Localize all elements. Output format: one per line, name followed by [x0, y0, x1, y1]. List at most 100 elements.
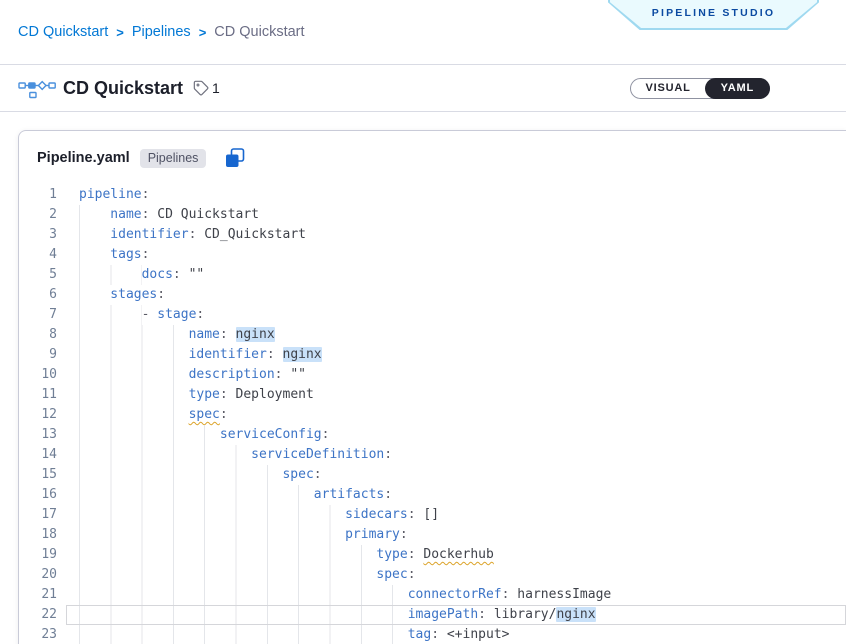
line-number: 18 [19, 525, 66, 545]
code-line[interactable]: 20spec: [19, 565, 846, 585]
code-token: serviceConfig [220, 427, 322, 442]
code-line[interactable]: 22imagePath: library/nginx [19, 605, 846, 625]
indent-guides [79, 325, 189, 345]
code-line-content: name: CD Quickstart [66, 205, 846, 225]
indent-guides [79, 385, 189, 405]
code-token: artifacts [314, 487, 384, 502]
code-token: sidecars [345, 507, 408, 522]
code-token: : [220, 387, 236, 402]
code-token: : [384, 487, 392, 502]
code-line[interactable]: 4tags: [19, 245, 846, 265]
code-line[interactable]: 5docs: "" [19, 265, 846, 285]
code-token: : [275, 367, 291, 382]
indent-guides [79, 345, 189, 365]
line-number: 10 [19, 365, 66, 385]
code-token: [] [423, 507, 439, 522]
code-line[interactable]: 11type: Deployment [19, 385, 846, 405]
code-token: type [189, 387, 220, 402]
toggle-visual-button[interactable]: VISUAL [631, 79, 706, 98]
indent-guides [79, 225, 110, 245]
line-number: 19 [19, 545, 66, 565]
breadcrumb: CD Quickstart>Pipelines>CD Quickstart [18, 24, 305, 40]
breadcrumb-link[interactable]: CD Quickstart [18, 24, 108, 40]
code-line[interactable]: 21connectorRef: harnessImage [19, 585, 846, 605]
code-line[interactable]: 17sidecars: [] [19, 505, 846, 525]
code-token: : [267, 347, 283, 362]
code-token: type [376, 547, 407, 562]
code-line[interactable]: 7- stage: [19, 305, 846, 325]
indent-guides [79, 245, 110, 265]
code-token: : [142, 187, 150, 202]
code-token: : [408, 547, 424, 562]
code-line-content: tags: [66, 245, 846, 265]
code-line-content: tag: <+input> [66, 625, 846, 644]
code-token: docs [142, 267, 173, 282]
code-token: CD Quickstart [157, 207, 259, 222]
breadcrumb-separator: > [199, 25, 207, 40]
code-token: tags [110, 247, 141, 262]
code-line-content: type: Deployment [66, 385, 846, 405]
line-number: 14 [19, 445, 66, 465]
pipeline-studio-banner-inner: PIPELINE STUDIO [610, 0, 817, 28]
code-line[interactable]: 9identifier: nginx [19, 345, 846, 365]
code-line-content: spec: [66, 405, 846, 425]
code-line-content: serviceDefinition: [66, 445, 846, 465]
file-name: Pipeline.yaml [37, 150, 130, 166]
breadcrumb-separator: > [116, 25, 124, 40]
code-token: nginx [556, 607, 595, 622]
line-number: 4 [19, 245, 66, 265]
line-number: 3 [19, 225, 66, 245]
code-line-content: sidecars: [] [66, 505, 846, 525]
indent-guides [79, 485, 314, 505]
entity-badge: Pipelines [140, 149, 207, 168]
code-token: : [384, 447, 392, 462]
indent-guides [79, 545, 376, 565]
toggle-yaml-button[interactable]: YAML [705, 78, 770, 99]
title-bar: CD Quickstart 1 VISUAL YAML [0, 65, 846, 112]
code-token: spec [376, 567, 407, 582]
code-line[interactable]: 16artifacts: [19, 485, 846, 505]
line-number: 21 [19, 585, 66, 605]
line-number: 7 [19, 305, 66, 325]
code-line[interactable]: 18primary: [19, 525, 846, 545]
code-line-content: primary: [66, 525, 846, 545]
code-line[interactable]: 2name: CD Quickstart [19, 205, 846, 225]
indent-guides [79, 425, 220, 445]
code-line[interactable]: 1pipeline: [19, 185, 846, 205]
code-line-content: identifier: CD_Quickstart [66, 225, 846, 245]
code-token: library/ [494, 607, 557, 622]
code-token: : [408, 507, 424, 522]
line-number: 9 [19, 345, 66, 365]
code-line[interactable]: 19type: Dockerhub [19, 545, 846, 565]
code-token: identifier [110, 227, 188, 242]
code-line[interactable]: 14serviceDefinition: [19, 445, 846, 465]
code-token: - [142, 307, 158, 322]
code-token: primary [345, 527, 400, 542]
tag-icon [193, 80, 209, 96]
code-token: : [314, 467, 322, 482]
code-line[interactable]: 23tag: <+input> [19, 625, 846, 644]
pipeline-studio-banner: PIPELINE STUDIO [608, 0, 819, 30]
code-line[interactable]: 15spec: [19, 465, 846, 485]
breadcrumb-link[interactable]: Pipelines [132, 24, 191, 40]
pipeline-studio-label: PIPELINE STUDIO [652, 7, 775, 22]
code-line[interactable]: 8name: nginx [19, 325, 846, 345]
code-token: Deployment [236, 387, 314, 402]
copy-button[interactable] [224, 147, 246, 169]
code-line[interactable]: 12spec: [19, 405, 846, 425]
code-line[interactable]: 13serviceConfig: [19, 425, 846, 445]
pipeline-icon [18, 77, 56, 99]
page-title: CD Quickstart [63, 78, 183, 99]
code-token: : [189, 227, 205, 242]
line-number: 22 [19, 605, 66, 625]
code-line[interactable]: 6stages: [19, 285, 846, 305]
code-line[interactable]: 3identifier: CD_Quickstart [19, 225, 846, 245]
line-number: 15 [19, 465, 66, 485]
code-line-content: stages: [66, 285, 846, 305]
code-token: stage [157, 307, 196, 322]
code-line-content: docs: "" [66, 265, 846, 285]
line-number: 8 [19, 325, 66, 345]
code-token: spec [189, 407, 220, 422]
code-line[interactable]: 10description: "" [19, 365, 846, 385]
code-line-content: spec: [66, 465, 846, 485]
